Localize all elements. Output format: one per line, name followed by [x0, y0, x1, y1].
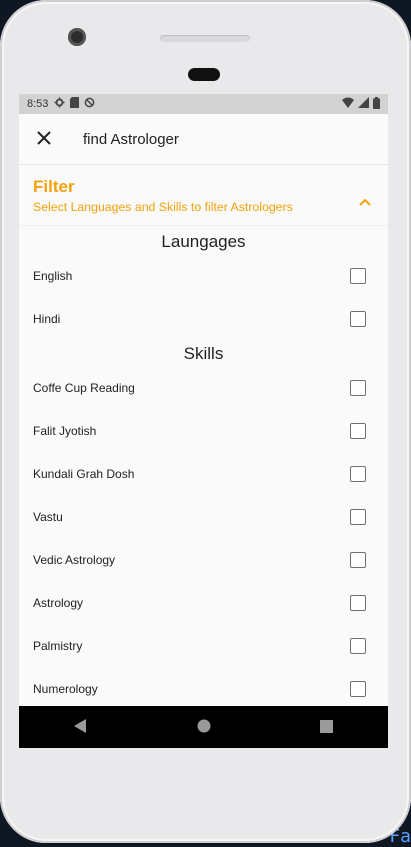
skill-row[interactable]: Kundali Grah Dosh	[19, 452, 388, 495]
skill-checkbox[interactable]	[350, 422, 366, 439]
system-nav-bar	[19, 706, 388, 748]
chevron-up-icon[interactable]	[359, 191, 371, 210]
nav-back-button[interactable]	[61, 706, 101, 748]
proximity-sensor	[188, 68, 220, 81]
home-circle-icon	[197, 718, 211, 737]
language-row-hindi[interactable]: Hindi	[19, 297, 388, 340]
wifi-icon	[342, 97, 354, 111]
language-row-english[interactable]: English	[19, 254, 388, 297]
skill-row[interactable]: Astrology	[19, 581, 388, 624]
nav-home-button[interactable]	[184, 706, 224, 748]
skill-label: Falit Jyotish	[33, 423, 97, 438]
filter-header[interactable]: Filter Select Languages and Skills to fi…	[19, 165, 388, 226]
skill-label: Coffe Cup Reading	[33, 380, 135, 395]
skill-checkbox[interactable]	[350, 594, 366, 611]
earpiece-speaker	[160, 35, 250, 42]
skill-row[interactable]: Numerology	[19, 667, 388, 710]
skill-label: Vedic Astrology	[33, 552, 116, 567]
language-label: English	[33, 268, 73, 283]
skill-row[interactable]: Vastu	[19, 495, 388, 538]
blocked-icon	[84, 97, 95, 111]
recents-square-icon	[320, 718, 333, 737]
screen: 8:53 find Astrologer Filter Select Langu…	[19, 94, 388, 748]
languages-section-title: Laungages	[161, 232, 246, 251]
skill-row[interactable]: Coffe Cup Reading	[19, 366, 388, 409]
skill-label: Astrology	[33, 595, 84, 610]
skill-checkbox[interactable]	[350, 680, 366, 697]
skill-row[interactable]: Falit Jyotish	[19, 409, 388, 452]
status-time: 8:53	[27, 98, 49, 110]
filter-subtitle: Select Languages and Skills to filter As…	[33, 200, 293, 214]
phone-frame: 8:53 find Astrologer Filter Select Langu…	[0, 0, 411, 843]
close-icon	[37, 130, 51, 149]
language-checkbox[interactable]	[350, 310, 366, 327]
language-checkbox[interactable]	[350, 267, 366, 284]
filter-title: Filter	[33, 177, 75, 196]
sim-card-icon	[70, 97, 80, 111]
skill-label: Numerology	[33, 681, 98, 696]
gear-icon	[54, 97, 65, 111]
skill-row[interactable]: Palmistry	[19, 624, 388, 667]
skill-checkbox[interactable]	[350, 508, 366, 525]
nav-recents-button[interactable]	[307, 706, 347, 748]
back-triangle-icon	[74, 718, 87, 737]
skill-row[interactable]: Vedic Astrology	[19, 538, 388, 581]
skill-checkbox[interactable]	[350, 551, 366, 568]
skill-label: Kundali Grah Dosh	[33, 466, 135, 481]
skill-checkbox[interactable]	[350, 637, 366, 654]
close-button[interactable]	[19, 114, 69, 164]
signal-icon	[358, 97, 369, 111]
front-camera	[68, 28, 86, 46]
status-bar: 8:53	[19, 94, 388, 114]
page-title: find Astrologer	[83, 130, 179, 148]
battery-icon	[373, 96, 380, 112]
app-bar: find Astrologer	[19, 114, 388, 165]
skills-section-title: Skills	[183, 344, 224, 363]
skill-label: Palmistry	[33, 638, 83, 653]
language-label: Hindi	[33, 311, 61, 326]
skill-label: Vastu	[33, 509, 63, 524]
skill-checkbox[interactable]	[350, 465, 366, 482]
skill-checkbox[interactable]	[350, 379, 366, 396]
